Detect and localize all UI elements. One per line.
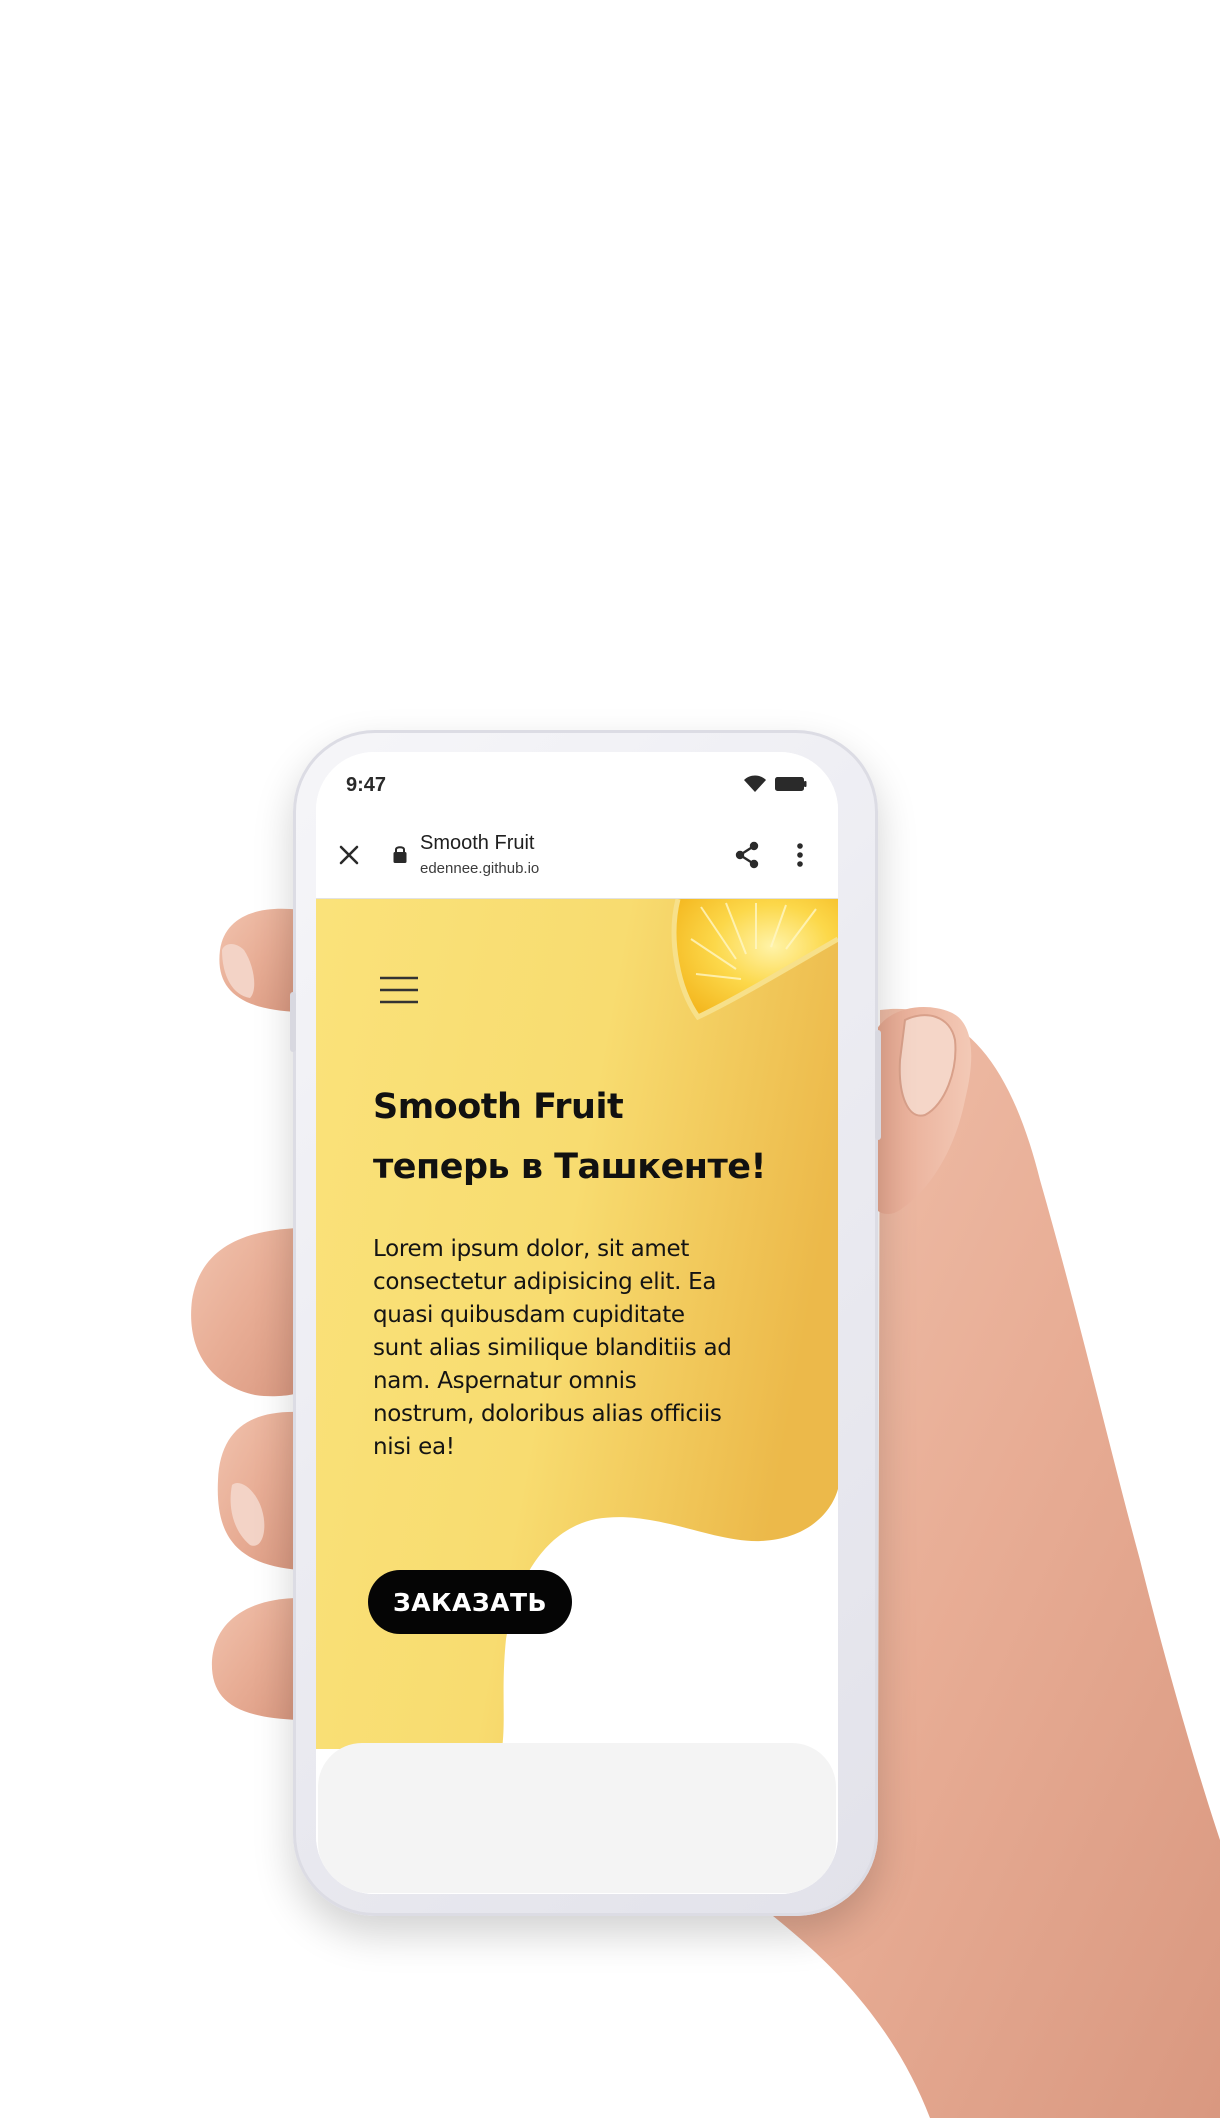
web-page: Smooth Fruit теперь в Ташкенте! Lorem ip…	[316, 899, 838, 1894]
side-button	[290, 992, 296, 1052]
more-vertical-icon[interactable]	[795, 840, 805, 870]
mockup-stage: 9:47 Smooth Fruit edennee.github.io Smoo…	[0, 0, 1220, 2118]
phone-frame: 9:47 Smooth Fruit edennee.github.io Smoo…	[290, 730, 881, 1916]
hero-title-line-2: теперь в Ташкенте!	[373, 1147, 766, 1187]
order-button[interactable]: ЗАКАЗАТЬ	[368, 1570, 572, 1634]
hero-description: Lorem ipsum dolor, sit amet consectetur …	[373, 1236, 732, 1460]
page-url[interactable]: edennee.github.io	[420, 860, 539, 877]
status-time: 9:47	[346, 774, 387, 796]
hamburger-menu-icon[interactable]	[378, 975, 420, 1005]
hero-title-line-1: Smooth Fruit	[373, 1087, 624, 1127]
browser-toolbar: Smooth Fruit edennee.github.io	[316, 814, 838, 899]
bottom-panel	[318, 1743, 836, 1893]
phone-screen: 9:47 Smooth Fruit edennee.github.io Smoo…	[316, 752, 838, 1894]
wifi-icon	[744, 775, 766, 792]
hero-title: Smooth Fruit теперь в Ташкенте!	[373, 1077, 803, 1197]
page-title[interactable]: Smooth Fruit	[420, 832, 534, 855]
power-button	[875, 1030, 881, 1140]
close-icon[interactable]	[336, 842, 362, 868]
status-bar: 9:47	[316, 752, 838, 814]
battery-icon	[775, 777, 807, 791]
share-icon[interactable]	[733, 840, 761, 870]
lock-icon	[393, 846, 407, 863]
